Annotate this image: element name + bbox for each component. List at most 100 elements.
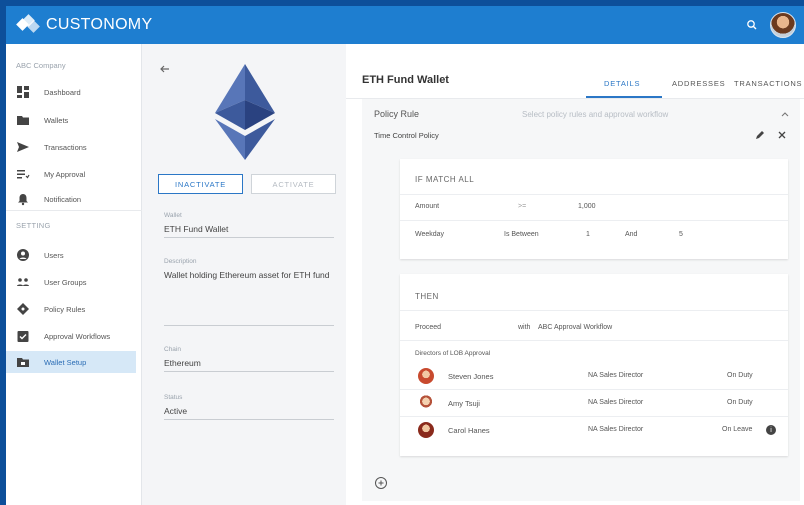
chevron-up-icon[interactable]	[780, 109, 790, 119]
add-circle-icon[interactable]	[374, 476, 388, 490]
approval-group-name: Directors of LOB Approval	[415, 350, 491, 357]
policy-rule-hint[interactable]: Select policy rules and approval workflo…	[522, 110, 668, 119]
sidebar-item-label: Wallets	[44, 115, 69, 125]
inactivate-button[interactable]: INACTIVATE	[158, 174, 243, 194]
sidebar-item-label: Wallet Setup	[44, 357, 87, 367]
chain-field-value: Ethereum	[164, 358, 201, 368]
sidebar-item-label: Approval Workflows	[44, 331, 111, 341]
tab-details[interactable]: DETAILS	[604, 79, 640, 88]
description-field-label: Description	[164, 258, 197, 265]
sidebar: ABC Company Dashboard Wallets Transactio…	[6, 44, 142, 505]
status-field[interactable]: Status Active	[164, 394, 334, 420]
policy-icon	[17, 303, 29, 315]
sidebar-item-notification[interactable]: Notification	[6, 188, 136, 210]
approver-name: Amy Tsuji	[448, 399, 480, 408]
sidebar-item-my-approval[interactable]: My Approval	[6, 163, 136, 185]
condition-value-2: 5	[679, 231, 683, 238]
approver-status: On Duty	[727, 399, 753, 406]
page-title: ETH Fund Wallet	[362, 74, 449, 86]
sidebar-item-users[interactable]: Users	[6, 244, 136, 266]
approver-role: NA Sales Director	[588, 426, 644, 433]
app-logo[interactable]: CUSTONOMY	[16, 14, 153, 34]
search-icon[interactable]	[744, 17, 760, 33]
workflow-name: ABC Approval Workflow	[538, 324, 613, 331]
main-content: ETH Fund Wallet DETAILS ADDRESSES TRANSA…	[346, 44, 804, 505]
avatar	[418, 395, 434, 411]
sidebar-divider	[6, 210, 142, 211]
with-label: with	[518, 324, 531, 331]
wallet-field[interactable]: Wallet ETH Fund Wallet	[164, 212, 334, 238]
then-heading: THEN	[415, 292, 439, 301]
condition-field: Amount	[415, 203, 440, 210]
avatar	[418, 368, 434, 384]
approver-name: Steven Jones	[448, 372, 494, 381]
row-divider	[400, 194, 788, 195]
check-icon	[17, 331, 29, 342]
sidebar-item-user-groups[interactable]: User Groups	[6, 271, 136, 293]
approver-role: NA Sales Director	[588, 399, 644, 406]
chain-field[interactable]: Chain Ethereum	[164, 346, 334, 372]
user-icon	[17, 249, 29, 261]
chain-field-label: Chain	[164, 346, 181, 353]
policy-name: Time Control Policy	[374, 131, 439, 140]
row-divider	[400, 220, 788, 221]
condition-joiner: And	[625, 231, 638, 238]
company-name: ABC Company	[16, 61, 66, 70]
sidebar-item-policy-rules[interactable]: Policy Rules	[6, 298, 136, 320]
back-arrow-icon[interactable]	[158, 62, 172, 76]
app-name: CUSTONOMY	[46, 16, 153, 33]
sidebar-item-label: Notification	[44, 194, 82, 204]
ethereum-logo-icon	[215, 64, 275, 160]
tab-transactions[interactable]: TRANSACTIONS	[734, 79, 802, 88]
condition-operator: >=	[518, 203, 527, 210]
edit-icon[interactable]	[754, 129, 766, 141]
wallet-panel: INACTIVATE ACTIVATE Wallet ETH Fund Wall…	[142, 44, 346, 505]
condition-operator: Is Between	[504, 231, 539, 238]
policy-rule-panel: Policy Rule Select policy rules and appr…	[362, 99, 800, 501]
avatar	[418, 422, 434, 438]
approver-status: On Leave	[722, 426, 753, 433]
sidebar-item-label: User Groups	[44, 277, 87, 287]
row-divider	[400, 389, 788, 390]
description-field[interactable]: Description Wallet holding Ethereum asse…	[164, 258, 334, 326]
condition-field: Weekday	[415, 231, 445, 238]
setting-heading: SETTING	[16, 221, 51, 230]
approver-role: NA Sales Director	[588, 372, 644, 379]
sidebar-item-transactions[interactable]: Transactions	[6, 136, 136, 158]
if-condition-card: IF MATCH ALL Amount >= 1,000 Weekday Is …	[400, 159, 788, 259]
approver-status: On Duty	[727, 372, 753, 379]
if-heading: IF MATCH ALL	[415, 175, 475, 184]
logo-icon	[16, 14, 40, 34]
wallet-field-value: ETH Fund Wallet	[164, 224, 229, 234]
app-window: CUSTONOMY ABC Company Dashboard Wallets	[6, 6, 804, 505]
group-icon	[17, 278, 29, 286]
bell-icon	[18, 194, 28, 206]
sidebar-item-approval-workflows[interactable]: Approval Workflows	[6, 325, 136, 347]
row-divider	[400, 340, 788, 341]
policy-rule-title: Policy Rule	[374, 109, 420, 119]
tab-addresses[interactable]: ADDRESSES	[672, 79, 725, 88]
row-divider	[400, 416, 788, 417]
approver-name: Carol Hanes	[448, 426, 490, 435]
condition-value: 1,000	[578, 203, 596, 210]
wallet-field-label: Wallet	[164, 212, 182, 219]
sidebar-item-label: My Approval	[44, 169, 86, 179]
sidebar-item-label: Users	[44, 250, 64, 260]
send-icon	[17, 142, 29, 152]
folder-icon	[17, 116, 29, 125]
sidebar-item-wallet-setup[interactable]: Wallet Setup	[6, 351, 136, 373]
user-avatar[interactable]	[770, 12, 796, 38]
status-field-value: Active	[164, 406, 188, 416]
folder-icon	[17, 358, 29, 367]
sidebar-item-dashboard[interactable]: Dashboard	[6, 81, 136, 103]
sidebar-item-wallets[interactable]: Wallets	[6, 109, 136, 131]
close-icon[interactable]	[776, 129, 788, 141]
activate-button[interactable]: ACTIVATE	[251, 174, 336, 194]
status-field-label: Status	[164, 394, 183, 401]
dashboard-icon	[17, 86, 29, 98]
then-action: Proceed	[415, 324, 442, 331]
info-icon[interactable]: i	[766, 425, 776, 435]
description-field-value: Wallet holding Ethereum asset for ETH fu…	[164, 270, 330, 280]
sidebar-item-label: Dashboard	[44, 87, 81, 97]
top-bar: CUSTONOMY	[6, 6, 804, 44]
